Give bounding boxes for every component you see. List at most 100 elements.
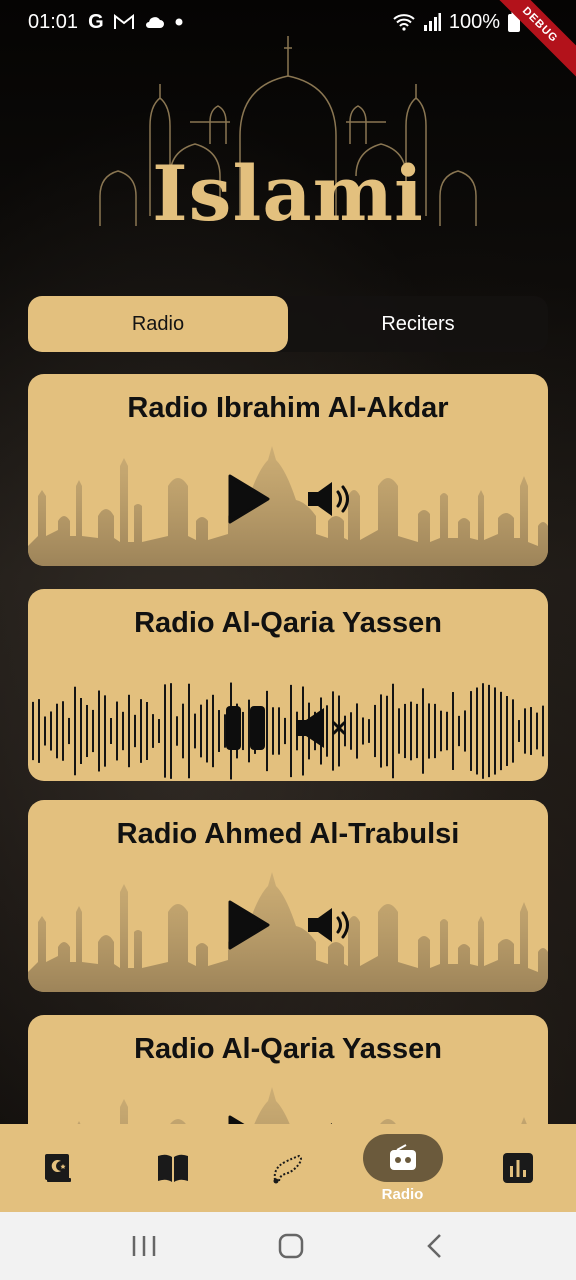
waveform-bar xyxy=(398,708,400,754)
waveform-bar xyxy=(386,695,388,767)
tab-radio[interactable]: Radio xyxy=(28,296,288,352)
waveform-bar xyxy=(80,698,82,764)
quran-icon xyxy=(44,1154,71,1182)
radio-icon xyxy=(389,1143,416,1170)
play-icon[interactable] xyxy=(224,900,270,950)
recents-icon[interactable] xyxy=(131,1235,157,1257)
waveform-bar xyxy=(404,703,406,759)
nav-radio[interactable]: Radio xyxy=(345,1124,460,1212)
waveform-bar xyxy=(542,705,544,757)
waveform-bar xyxy=(458,715,460,747)
station-name: Radio Al-Qaria Yassen xyxy=(134,1033,442,1065)
waveform-bar xyxy=(464,710,466,752)
radio-reciters-tabs: Radio Reciters xyxy=(28,296,548,352)
waveform-bar xyxy=(434,703,436,759)
bottom-navigation: Radio xyxy=(0,1124,576,1212)
mute-icon[interactable] xyxy=(294,706,354,750)
station-name: Radio Ibrahim Al-Akdar xyxy=(127,392,449,424)
waveform-bar xyxy=(62,701,64,761)
waveform-bar xyxy=(122,711,124,751)
home-icon[interactable] xyxy=(278,1233,304,1259)
waveform-bar xyxy=(164,684,166,778)
waveform-bar xyxy=(494,687,496,775)
nav-quran[interactable] xyxy=(0,1124,115,1212)
waveform-bar xyxy=(356,703,358,759)
waveform-bar xyxy=(206,699,208,763)
waveform-bar xyxy=(500,691,502,771)
waveform-bar xyxy=(86,704,88,758)
waveform-bar xyxy=(68,717,70,745)
system-navigation-bar xyxy=(0,1212,576,1280)
waveform-bar xyxy=(98,690,100,772)
waveform-bar xyxy=(128,694,130,768)
waveform-bar xyxy=(512,699,514,763)
pause-icon[interactable] xyxy=(224,704,268,752)
station-card: Radio Ahmed Al-Trabulsi xyxy=(28,800,548,992)
waveform-bar xyxy=(50,711,52,751)
waveform-bar xyxy=(176,716,178,746)
waveform-bar xyxy=(134,714,136,748)
player-controls xyxy=(224,1113,354,1124)
waveform-bar xyxy=(218,710,220,752)
station-name: Radio Ahmed Al-Trabulsi xyxy=(116,818,460,850)
stats-icon xyxy=(502,1153,533,1183)
waveform-bar xyxy=(158,719,160,743)
waveform-bar xyxy=(188,683,190,779)
back-icon[interactable] xyxy=(425,1233,445,1259)
nav-sebha[interactable] xyxy=(230,1124,345,1212)
waveform-bar xyxy=(476,687,478,775)
waveform-bar xyxy=(170,683,172,779)
waveform-bar xyxy=(368,719,370,743)
nav-hadith[interactable] xyxy=(115,1124,230,1212)
volume-icon[interactable] xyxy=(306,479,354,519)
volume-icon[interactable] xyxy=(306,905,354,945)
waveform-bar xyxy=(200,704,202,758)
tab-reciters[interactable]: Reciters xyxy=(288,296,548,352)
nav-active-pill xyxy=(362,1133,443,1182)
waveform-bar xyxy=(182,703,184,759)
waveform-bar xyxy=(410,701,412,761)
player-controls xyxy=(224,898,354,952)
waveform-bar xyxy=(470,691,472,771)
waveform-bar xyxy=(110,718,112,744)
waveform-bar xyxy=(56,703,58,759)
waveform-bar xyxy=(536,712,538,750)
play-icon[interactable] xyxy=(224,1115,270,1124)
waveform-bar xyxy=(530,707,532,755)
app-logo: Islami xyxy=(90,26,486,246)
waveform-bar xyxy=(104,695,106,767)
waveform-bar xyxy=(194,713,196,749)
station-name: Radio Al-Qaria Yassen xyxy=(134,607,442,639)
logo-text: Islami xyxy=(152,149,424,238)
waveform-bar xyxy=(374,704,376,758)
waveform-bar xyxy=(140,699,142,763)
waveform-bar xyxy=(518,720,520,742)
nav-stats[interactable] xyxy=(460,1124,575,1212)
waveform-bar xyxy=(392,683,394,779)
waveform-bar xyxy=(44,716,46,746)
player-controls xyxy=(224,701,354,755)
waveform-bar xyxy=(212,694,214,768)
book-icon xyxy=(157,1154,188,1182)
waveform-bar xyxy=(506,696,508,766)
waveform-bar xyxy=(32,701,34,761)
waveform-bar xyxy=(380,694,382,768)
status-time: 01:01 xyxy=(28,10,79,33)
play-icon[interactable] xyxy=(224,474,270,524)
waveform-bar xyxy=(146,701,148,761)
waveform-bar xyxy=(422,688,424,774)
player-controls xyxy=(224,472,354,526)
nav-radio-label: Radio xyxy=(381,1185,424,1203)
waveform-bar xyxy=(488,684,490,778)
waveform-bar xyxy=(452,692,454,770)
waveform-bar xyxy=(38,699,40,763)
station-list[interactable]: Radio Ibrahim Al-Akdar Radio Al-Qaria Ya… xyxy=(28,374,548,1124)
waveform-bar xyxy=(362,717,364,745)
waveform-bar xyxy=(116,701,118,761)
station-card: Radio Al-Qaria Yassen xyxy=(28,1015,548,1124)
waveform-bar xyxy=(440,710,442,752)
waveform-bar xyxy=(446,711,448,751)
waveform-bar xyxy=(482,683,484,779)
waveform-bar xyxy=(152,714,154,748)
station-card: Radio Al-Qaria Yassen xyxy=(28,589,548,781)
